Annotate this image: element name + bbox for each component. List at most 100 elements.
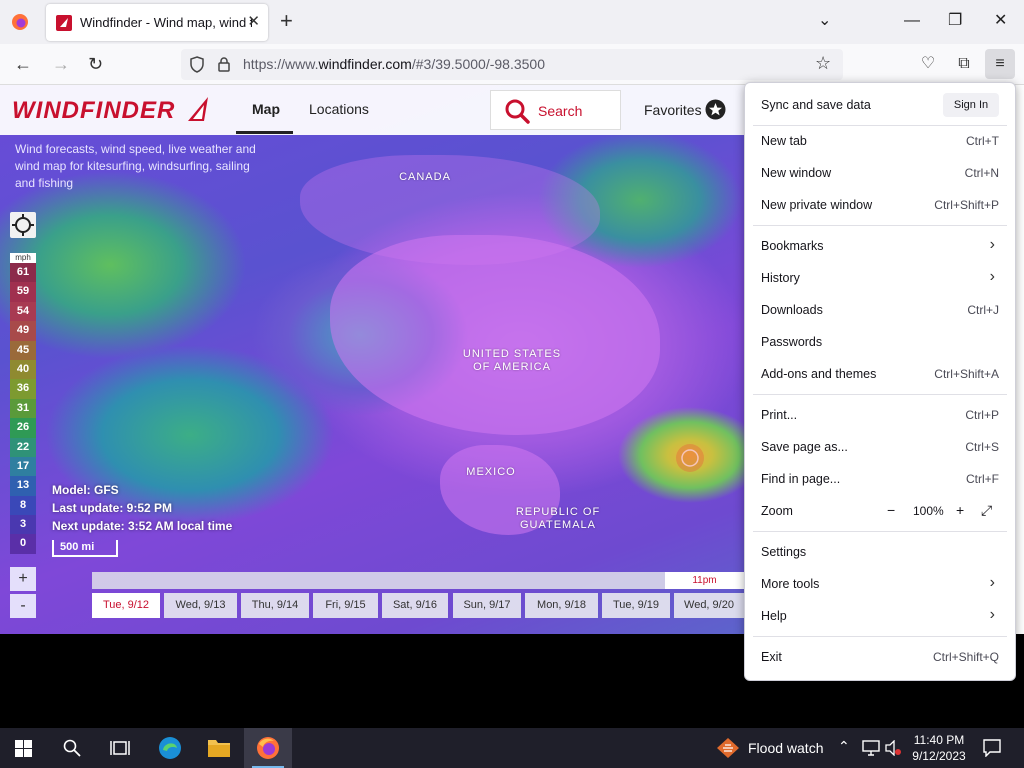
menu-shortcut: Ctrl+J [967,303,999,317]
day-button[interactable]: Mon, 9/18 [525,593,598,618]
page-right-edge [1016,85,1024,634]
taskbar-firefox[interactable] [244,728,292,768]
volume-muted-icon[interactable] [884,740,902,756]
menu-zoom: Zoom − 100% + ⤢ [745,495,1015,527]
url-text: https://www.windfinder.com/#3/39.5000/-9… [243,56,545,72]
legend-cell: 40 [10,359,36,380]
favorites-link[interactable]: Favorites [644,102,702,118]
crosshair-icon [12,214,34,236]
task-view-button[interactable] [96,728,144,768]
north-america-landmass [330,235,660,435]
search-icon [505,99,530,124]
lock-icon[interactable] [217,56,231,73]
app-menu-panel: Sync and save data Sign In New tab Ctrl+… [744,82,1016,681]
close-window-button[interactable]: ✕ [994,12,1007,30]
menu-find-in-page[interactable]: Find in page... Ctrl+F [745,463,1015,495]
notifications-icon[interactable] [983,739,1001,757]
chevron-up-icon[interactable]: ⌃ [838,738,850,755]
reload-button[interactable]: ↻ [88,54,103,74]
map-zoom-in-button[interactable]: + [10,567,36,591]
menu-separator [753,225,1007,226]
menu-bookmarks[interactable]: Bookmarks › [745,230,1015,262]
locate-me-button[interactable] [10,212,36,238]
network-icon[interactable] [862,740,880,756]
legend-cell: 45 [10,340,36,360]
chevron-right-icon: › [989,268,995,285]
day-button[interactable]: Sun, 9/17 [453,593,521,618]
back-button[interactable]: ← [14,54,32,74]
nav-locations[interactable]: Locations [309,101,369,117]
day-button[interactable]: Tue, 9/12 [92,593,160,618]
nav-map[interactable]: Map [252,101,280,117]
tab-bar: Windfinder - Wind map, wind f ✕ + ⌄ — ❐ … [0,0,1024,44]
menu-history[interactable]: History › [745,262,1015,294]
minimize-button[interactable]: — [904,12,920,30]
taskbar-file-explorer[interactable] [195,728,243,768]
day-button[interactable]: Wed, 9/13 [164,593,237,618]
label-canada: CANADA [399,171,451,183]
windfinder-logo-icon[interactable] [184,95,212,123]
system-clock[interactable]: 11:40 PM 9/12/2023 [905,732,973,764]
start-button[interactable] [0,728,48,768]
zoom-level[interactable]: 100% [913,504,944,518]
sign-in-button[interactable]: Sign In [943,93,999,117]
menu-downloads[interactable]: Downloads Ctrl+J [745,294,1015,326]
list-all-tabs-icon[interactable]: ⌄ [818,12,831,30]
tab-title: Windfinder - Wind map, wind f [80,15,252,30]
site-search-button[interactable]: Search [490,90,621,130]
firefox-view-icon[interactable] [10,12,30,32]
taskbar-search-button[interactable] [48,728,96,768]
menu-separator [753,394,1007,395]
menu-settings[interactable]: Settings [745,536,1015,568]
day-button[interactable]: Tue, 9/19 [602,593,670,618]
menu-label: Save page as... [761,440,848,454]
day-button[interactable]: Wed, 9/20 [674,593,744,618]
folder-icon [208,740,230,757]
tracking-protection-icon[interactable] [189,56,205,73]
search-label: Search [538,103,583,119]
new-tab-button[interactable]: + [280,10,293,32]
restore-button[interactable]: ❐ [948,12,962,30]
url-bar[interactable]: https://www.windfinder.com/#3/39.5000/-9… [181,49,843,80]
close-tab-icon[interactable]: ✕ [247,14,260,30]
zoom-in-button[interactable]: + [956,502,964,518]
day-button[interactable]: Sat, 9/16 [382,593,448,618]
menu-more-tools[interactable]: More tools › [745,568,1015,600]
menu-passwords[interactable]: Passwords [745,326,1015,358]
menu-shortcut: Ctrl+P [965,408,999,422]
forecast-timeline[interactable]: 11pm [92,572,744,589]
day-button[interactable]: Thu, 9/14 [241,593,309,618]
bookmark-star-icon[interactable]: ☆ [815,53,831,74]
favorites-star-icon[interactable] [705,99,726,120]
menu-save-page[interactable]: Save page as... Ctrl+S [745,431,1015,463]
taskbar-edge[interactable] [146,728,194,768]
weather-widget-text[interactable]: Flood watch [748,740,823,756]
menu-label: Downloads [761,303,823,317]
timeline-current-time[interactable]: 11pm [665,572,744,589]
day-button[interactable]: Fri, 9/15 [313,593,378,618]
windfinder-favicon [56,14,72,31]
active-tab[interactable]: Windfinder - Wind map, wind f ✕ [46,4,268,41]
menu-new-window[interactable]: New window Ctrl+N [745,157,1015,189]
weather-alert-icon[interactable] [716,737,740,759]
menu-new-private-window[interactable]: New private window Ctrl+Shift+P [745,189,1015,221]
extensions-icon[interactable]: ⧉ [953,53,975,75]
menu-new-tab[interactable]: New tab Ctrl+T [745,125,1015,157]
fullscreen-icon[interactable]: ⤢ [981,502,992,519]
legend-cell: 31 [10,398,36,419]
map-zoom-out-button[interactable]: - [10,594,36,618]
menu-help[interactable]: Help › [745,600,1015,632]
legend-cell: 49 [10,321,36,341]
forward-button[interactable]: → [52,54,70,74]
pocket-icon[interactable]: ♡ [917,53,939,75]
windfinder-logo[interactable]: WINDFINDER [12,97,175,125]
zoom-out-button[interactable]: − [887,502,895,518]
menu-label: More tools [761,577,820,591]
menu-label: Settings [761,545,807,559]
last-update: Last update: 9:52 PM [52,501,173,515]
app-menu-button[interactable]: ≡ [985,49,1015,79]
edge-icon [159,737,181,759]
menu-addons-themes[interactable]: Add-ons and themes Ctrl+Shift+A [745,358,1015,390]
menu-exit[interactable]: Exit Ctrl+Shift+Q [745,641,1015,673]
menu-print[interactable]: Print... Ctrl+P [745,399,1015,431]
